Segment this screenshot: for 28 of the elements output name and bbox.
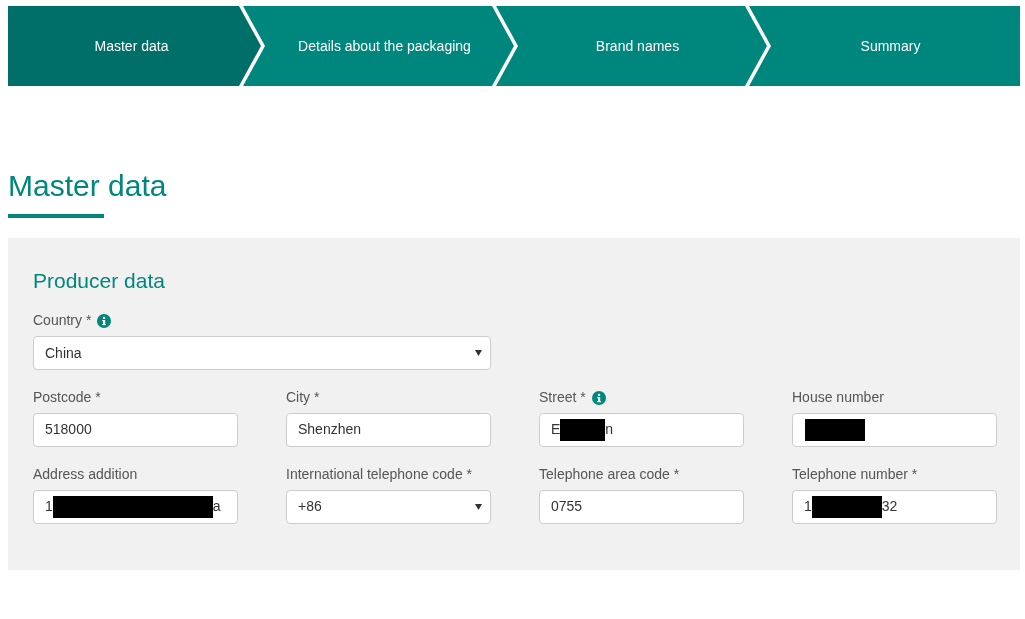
- page-title: Master data: [8, 168, 168, 204]
- section-title: Producer data: [33, 268, 166, 294]
- caret-icon: [475, 503, 482, 510]
- field-label: Postcode *: [33, 388, 101, 407]
- input-field[interactable]: [792, 412, 997, 447]
- wizard-step[interactable]: Master data: [8, 6, 261, 86]
- field-label: Telephone number *: [792, 464, 918, 484]
- wizard-step[interactable]: Brand names: [496, 6, 767, 86]
- wizard-step[interactable]: Details about the packaging: [243, 6, 514, 86]
- input-field[interactable]: 1 32: [792, 489, 997, 524]
- field-label: House number: [792, 388, 884, 407]
- info-icon[interactable]: [591, 390, 606, 405]
- field-label: Address addition: [33, 464, 138, 484]
- input-field[interactable]: Shenzhen: [286, 412, 491, 447]
- wizard-step[interactable]: Summary: [749, 6, 1020, 86]
- select-field[interactable]: China: [33, 336, 491, 371]
- caret-icon: [475, 350, 482, 357]
- field-label: Telephone area code *: [539, 464, 680, 484]
- field-label: City *: [286, 388, 320, 407]
- field-label: International telephone code *: [286, 464, 473, 484]
- input-field[interactable]: E n: [539, 412, 744, 447]
- field-label: Street *: [539, 388, 586, 407]
- info-icon[interactable]: [97, 313, 112, 328]
- field-label: Country *: [33, 311, 92, 331]
- input-field[interactable]: 0755: [539, 489, 744, 524]
- input-field[interactable]: 1 a: [33, 489, 238, 524]
- input-field[interactable]: 518000: [33, 412, 238, 447]
- select-field[interactable]: +86: [286, 489, 491, 524]
